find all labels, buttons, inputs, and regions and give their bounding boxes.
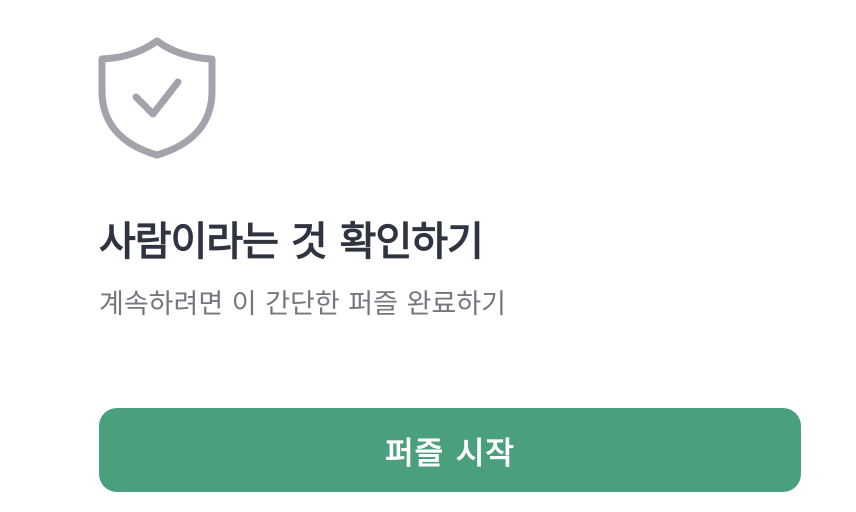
page-title: 사람이라는 것 확인하기 (99, 219, 484, 265)
shield-check-icon (96, 36, 218, 160)
page-subtitle: 계속하려면 이 간단한 퍼즐 완료하기 (99, 289, 506, 320)
start-puzzle-button[interactable]: 퍼즐 시작 (99, 408, 801, 492)
